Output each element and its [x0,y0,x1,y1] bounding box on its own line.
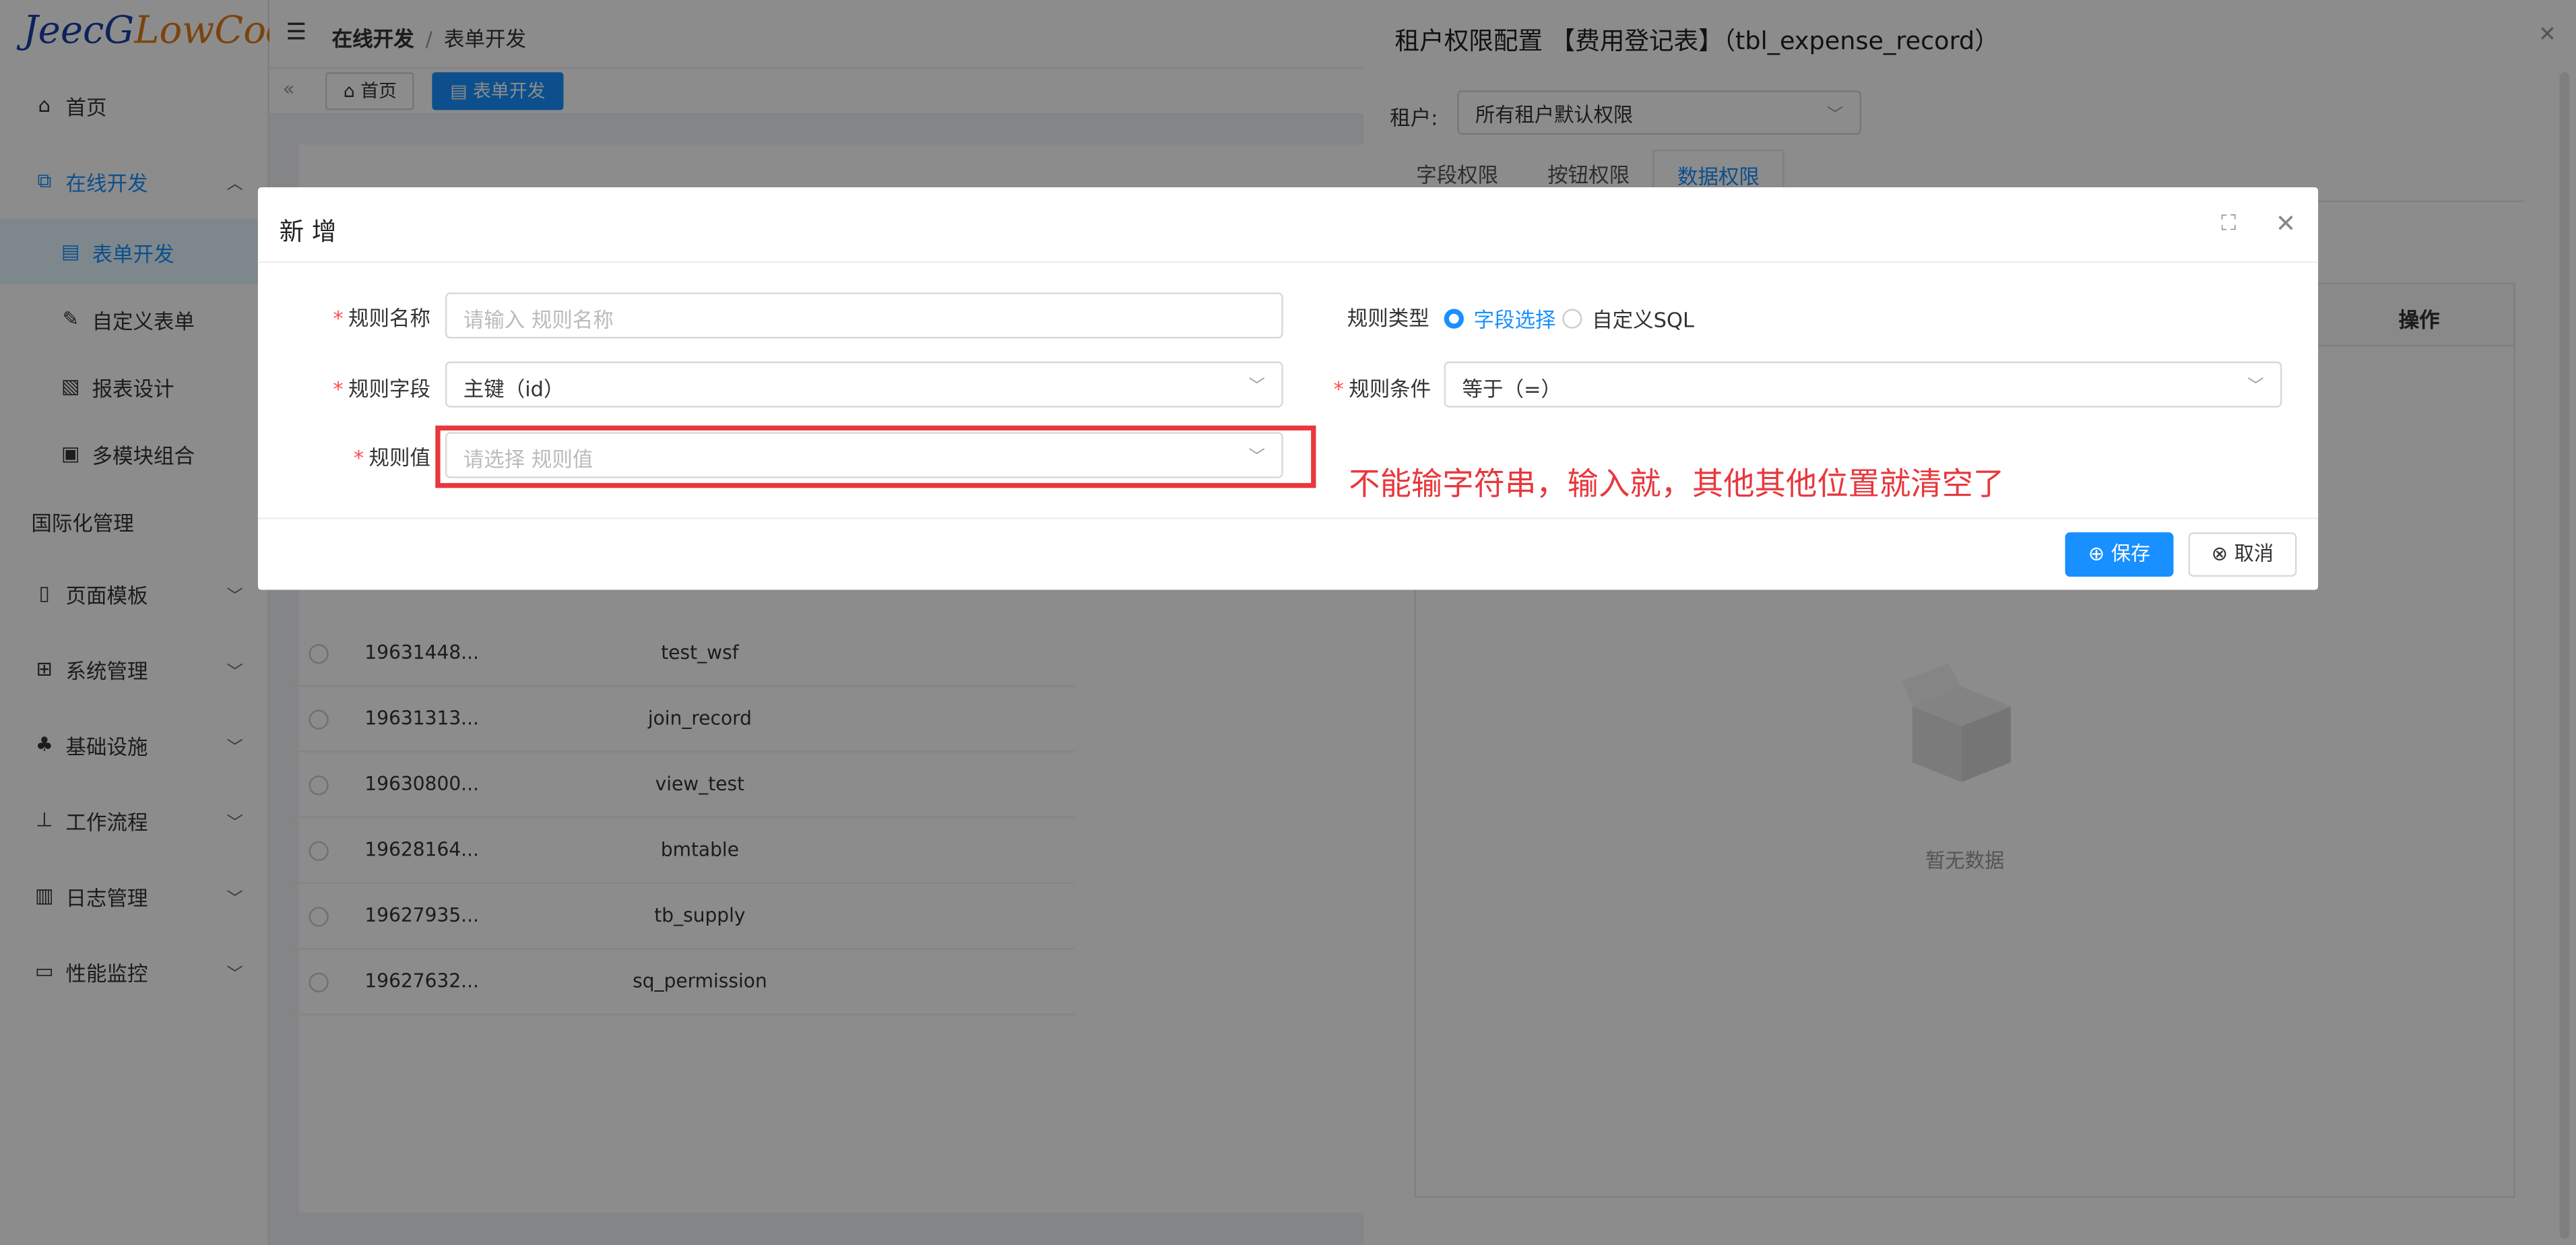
annotation-text: 不能输字符串，输入就，其他其他位置就清空了 [1349,466,2005,503]
rule-field-label: * 规则字段 [333,376,430,402]
rule-condition-label: * 规则条件 [1333,376,1431,402]
add-rule-modal: 新 增 ⛶ ✕ * 规则名称 请输入 规则名称 规则类型 字段选择 自定义SQL … [257,187,2319,590]
rule-name-label: * 规则名称 [333,305,430,331]
modal-title: 新 增 [279,216,337,247]
annotation-highlight-box [435,425,1316,488]
divider [257,261,2319,263]
rule-type-sql-radio[interactable]: 自定义SQL [1562,302,1694,333]
rule-field-select[interactable]: 主键（id） ﹀ [445,361,1283,408]
rule-condition-select[interactable]: 等于（=） ﹀ [1444,361,2282,408]
rule-type-field-radio[interactable]: 字段选择 [1444,302,1556,333]
maximize-icon[interactable]: ⛶ [2221,212,2236,237]
save-button[interactable]: ⊕ 保存 [2065,532,2174,577]
divider [257,517,2319,519]
chevron-down-icon: ﹀ [2247,377,2264,396]
close-icon[interactable]: ✕ [2276,209,2296,238]
chevron-down-icon: ﹀ [1248,377,1265,396]
cancel-button[interactable]: ⊗ 取消 [2188,532,2297,577]
rule-type-label: 规则类型 [1347,305,1429,331]
rule-value-label: * 规则值 [353,445,430,470]
rule-name-input[interactable]: 请输入 规则名称 [445,292,1283,339]
